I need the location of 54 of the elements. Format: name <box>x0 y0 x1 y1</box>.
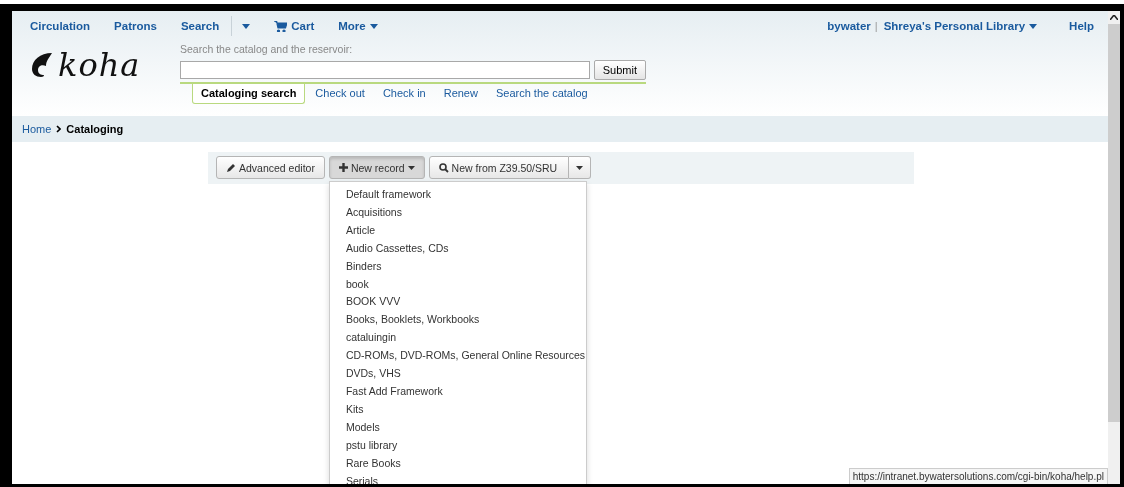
framework-item[interactable]: Books, Booklets, Workbooks <box>329 311 586 330</box>
caret-icon <box>407 165 415 170</box>
framework-item[interactable]: book <box>329 275 586 294</box>
framework-item[interactable]: Article <box>329 221 586 240</box>
framework-item[interactable]: Audio Cassettes, CDs <box>329 239 586 258</box>
caret-icon <box>369 23 378 29</box>
help-link[interactable]: Help <box>1069 20 1094 32</box>
framework-item[interactable]: Serials <box>329 472 586 484</box>
search-tab[interactable]: Check out <box>307 84 373 104</box>
framework-item[interactable]: BOOK VVV <box>329 293 586 312</box>
cart-icon <box>274 20 288 32</box>
nav-link[interactable]: Patrons <box>114 20 157 32</box>
framework-item[interactable]: Binders <box>329 257 586 276</box>
new-record-button[interactable]: New record <box>328 156 425 179</box>
caret-icon <box>576 165 584 170</box>
search-tab[interactable]: Renew <box>435 84 486 104</box>
search-field[interactable] <box>180 61 590 79</box>
framework-item[interactable]: Models <box>329 418 586 437</box>
caret-button[interactable] <box>569 156 592 179</box>
chevron-icon <box>56 125 62 133</box>
search-tab[interactable]: Search the catalog <box>487 84 596 104</box>
scrollbar[interactable] <box>1108 11 1120 484</box>
framework-item[interactable]: Rare Books <box>329 454 586 473</box>
caret-icon[interactable] <box>242 23 251 29</box>
status-url: https://intranet.bywatersolutions.com/cgi-bin/koha/help.pl <box>848 468 1108 484</box>
search-tab[interactable]: Cataloging search <box>192 84 306 104</box>
breadcrumb-link[interactable]: Home <box>22 123 52 135</box>
search-tab[interactable]: Check in <box>374 84 434 104</box>
caret-icon <box>1029 23 1038 29</box>
new-from-z3950-button[interactable]: New from Z39.50/SRU <box>428 156 570 179</box>
more-menu[interactable]: More <box>338 20 378 32</box>
cart-link[interactable]: Cart <box>274 20 315 32</box>
user-name: bywater <box>827 20 871 32</box>
framework-item[interactable]: pstu library <box>329 436 586 455</box>
plus-icon <box>338 163 348 172</box>
breadcrumb-current: Cataloging <box>66 123 124 135</box>
scrollbar-thumb[interactable] <box>1108 24 1120 422</box>
framework-item[interactable]: Fast Add Framework <box>329 382 586 401</box>
framework-item[interactable]: CD-ROMs, DVD-ROMs, General Online Resources <box>329 347 586 366</box>
library-menu[interactable]: Shreya's Personal Library <box>883 20 1038 32</box>
framework-item[interactable]: Acquisitions <box>329 203 586 222</box>
nav-link[interactable]: Search <box>180 20 220 32</box>
framework-item[interactable]: DVDs, VHS <box>329 365 586 383</box>
advanced-editor-button[interactable]: Advanced editor <box>216 156 325 179</box>
framework-item[interactable]: Default framework <box>329 186 586 204</box>
separator: | <box>874 20 878 32</box>
koha-logo[interactable]: koha <box>30 45 180 85</box>
search-label: Search the catalog and the reservoir: <box>180 43 354 55</box>
pencil-icon <box>226 162 236 173</box>
framework-item[interactable]: cataluingin <box>329 329 586 348</box>
nav-link[interactable]: Circulation <box>30 20 91 32</box>
search-icon <box>438 162 449 173</box>
framework-item[interactable]: Kits <box>329 400 586 419</box>
submit-button[interactable]: Submit <box>593 60 646 80</box>
